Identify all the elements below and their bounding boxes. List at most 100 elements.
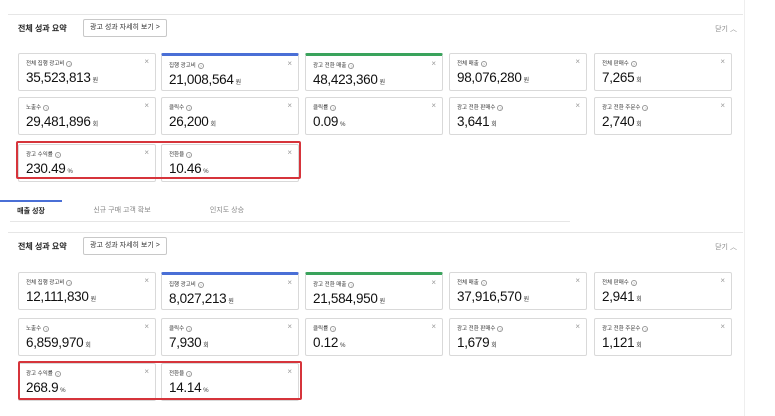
collapse-button[interactable]: 닫기 ︿ <box>715 24 737 34</box>
metric-unit: 원 <box>90 297 97 303</box>
metric-label: 전체 집행 광고비? <box>26 59 73 67</box>
metric-number: 37,916,570 <box>457 289 522 304</box>
metric-value: 6,859,970 회 <box>26 335 91 350</box>
help-icon[interactable]: ? <box>497 325 504 332</box>
metric-number: 0.09 <box>313 114 339 129</box>
remove-metric-icon[interactable]: × <box>575 101 580 110</box>
help-icon[interactable]: ? <box>197 62 204 69</box>
metric-label: 집행 광고비? <box>169 61 204 69</box>
help-icon[interactable]: ? <box>330 325 337 332</box>
metric-number: 21,584,950 <box>313 291 378 306</box>
help-icon[interactable]: ? <box>630 60 637 67</box>
metric-unit: 회 <box>636 297 642 303</box>
metric-value: 37,916,570 원 <box>457 289 529 304</box>
metric-label-text: 광고 전환 판매수 <box>457 105 496 111</box>
help-icon[interactable]: ? <box>630 279 637 286</box>
remove-metric-icon[interactable]: × <box>144 276 149 285</box>
help-icon[interactable]: ? <box>480 60 487 67</box>
remove-metric-icon[interactable]: × <box>720 276 725 285</box>
help-icon[interactable]: ? <box>348 281 355 288</box>
metric-card: 클릭수? × 26,200 회 <box>161 97 299 135</box>
metric-unit: 회 <box>85 343 91 349</box>
remove-metric-icon[interactable]: × <box>287 59 292 68</box>
metric-number: 21,008,564 <box>169 72 234 87</box>
metric-label: 전체 집행 광고비? <box>26 278 73 286</box>
help-icon[interactable]: ? <box>480 279 487 286</box>
metric-label-text: 전체 집행 광고비 <box>26 280 65 286</box>
help-icon[interactable]: ? <box>197 281 204 288</box>
metric-label-text: 전체 매출 <box>457 61 479 67</box>
collapse-button[interactable]: 닫기 ︿ <box>715 242 737 252</box>
metric-card: 광고 전환 매출? × 48,423,360 원 <box>305 53 443 91</box>
metric-card: 전체 집행 광고비? × 12,111,830 원 <box>18 272 156 310</box>
metric-number: 7,930 <box>169 335 202 350</box>
metric-card: 클릭률? × 0.09% <box>305 97 443 135</box>
metric-value: 12,111,830 원 <box>26 289 96 304</box>
help-icon[interactable]: ? <box>642 325 649 332</box>
metric-label-text: 클릭수 <box>169 105 185 111</box>
metric-label-text: 노출수 <box>26 326 42 332</box>
remove-metric-icon[interactable]: × <box>287 101 292 110</box>
remove-metric-icon[interactable]: × <box>287 278 292 287</box>
metric-number: 35,523,813 <box>26 70 91 85</box>
metric-number: 8,027,213 <box>169 291 227 306</box>
metric-label-text: 광고 전환 주문수 <box>602 105 641 111</box>
metric-value: 3,641 회 <box>457 114 497 129</box>
help-icon[interactable]: ? <box>186 104 193 111</box>
remove-metric-icon[interactable]: × <box>720 101 725 110</box>
remove-metric-icon[interactable]: × <box>431 59 436 68</box>
metric-label: 전체 판매수? <box>602 59 637 67</box>
chevron-up-icon: ︿ <box>730 26 737 33</box>
metric-value: 0.12% <box>313 335 345 350</box>
metric-value: 2,941 회 <box>602 289 642 304</box>
metric-label: 집행 광고비? <box>169 280 204 288</box>
metric-unit: % <box>340 343 346 349</box>
remove-metric-icon[interactable]: × <box>575 322 580 331</box>
help-icon[interactable]: ? <box>330 104 337 111</box>
highlight-box-top <box>16 141 301 179</box>
help-icon[interactable]: ? <box>497 104 504 111</box>
right-divider <box>744 0 745 416</box>
metric-card: 광고 전환 주문수? × 1,121 회 <box>594 318 732 356</box>
metric-label-text: 집행 광고비 <box>169 63 196 69</box>
help-icon[interactable]: ? <box>43 104 50 111</box>
remove-metric-icon[interactable]: × <box>144 101 149 110</box>
metric-label: 클릭수? <box>169 103 193 111</box>
metric-value: 1,121 회 <box>602 335 642 350</box>
metric-value: 21,008,564 원 <box>169 72 241 87</box>
help-icon[interactable]: ? <box>186 325 193 332</box>
tab-new-customer[interactable]: 신규 구매 고객 확보 <box>72 200 172 222</box>
metric-unit: 원 <box>228 299 234 305</box>
metric-label-text: 광고 전환 매출 <box>313 282 347 288</box>
ad-performance-detail-button[interactable]: 광고 성과 자세히 보기 > <box>83 19 167 37</box>
help-icon[interactable]: ? <box>66 279 73 286</box>
remove-metric-icon[interactable]: × <box>431 278 436 287</box>
metric-unit: 원 <box>92 78 99 84</box>
remove-metric-icon[interactable]: × <box>720 322 725 331</box>
remove-metric-icon[interactable]: × <box>431 322 436 331</box>
help-icon[interactable]: ? <box>348 62 355 69</box>
metric-unit: 회 <box>92 122 99 128</box>
collapse-label: 닫기 <box>715 26 728 33</box>
remove-metric-icon[interactable]: × <box>575 276 580 285</box>
metric-value: 35,523,813 원 <box>26 70 98 85</box>
remove-metric-icon[interactable]: × <box>144 57 149 66</box>
help-icon[interactable]: ? <box>43 325 50 332</box>
remove-metric-icon[interactable]: × <box>720 57 725 66</box>
tab-sales-growth[interactable]: 매출 성장 <box>0 200 62 222</box>
highlight-box-bottom <box>18 361 302 400</box>
metric-card: 노출수? × 29,481,896 회 <box>18 97 156 135</box>
remove-metric-icon[interactable]: × <box>575 57 580 66</box>
metric-number: 0.12 <box>313 335 339 350</box>
remove-metric-icon[interactable]: × <box>287 322 292 331</box>
metric-label: 클릭률? <box>313 324 337 332</box>
tab-awareness[interactable]: 인지도 상승 <box>182 200 272 222</box>
remove-metric-icon[interactable]: × <box>431 101 436 110</box>
ad-performance-detail-button[interactable]: 광고 성과 자세히 보기 > <box>83 237 167 255</box>
metric-unit: 원 <box>379 80 386 86</box>
help-icon[interactable]: ? <box>642 104 649 111</box>
metric-card: 전체 매출? × 98,076,280 원 <box>449 53 587 91</box>
collapse-label: 닫기 <box>715 244 728 251</box>
remove-metric-icon[interactable]: × <box>144 322 149 331</box>
help-icon[interactable]: ? <box>66 60 73 67</box>
